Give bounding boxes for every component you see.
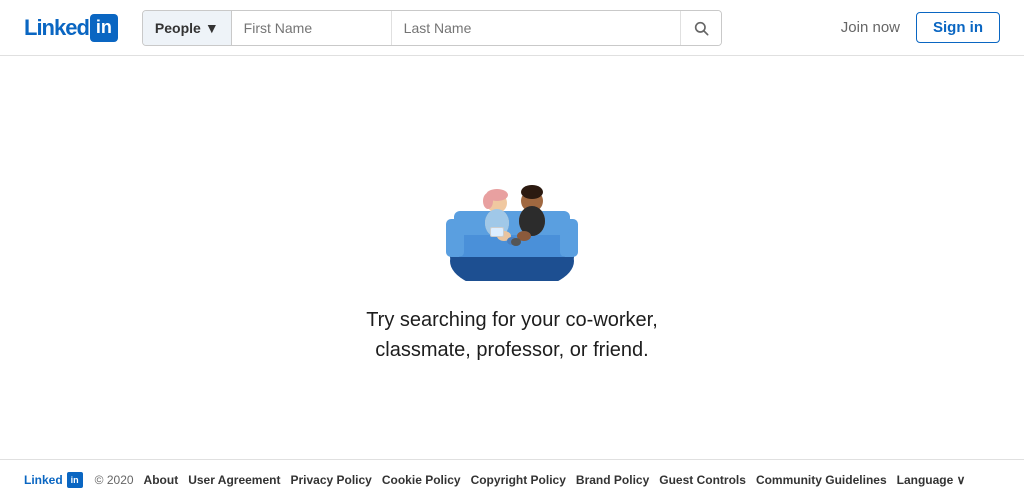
- footer-link-user-agreement[interactable]: User Agreement: [188, 473, 280, 487]
- illustration: [432, 151, 592, 281]
- join-now-button[interactable]: Join now: [841, 19, 900, 36]
- footer-link-language[interactable]: Language ∨: [897, 473, 966, 487]
- search-type-dropdown[interactable]: People ▼: [143, 11, 232, 45]
- footer-logo-text: Linked: [24, 473, 63, 487]
- footer-link-guest-controls[interactable]: Guest Controls: [659, 473, 746, 487]
- search-type-label: People: [155, 20, 201, 36]
- sign-in-button[interactable]: Sign in: [916, 12, 1000, 43]
- first-name-input[interactable]: [232, 11, 392, 45]
- search-icon: [693, 20, 709, 36]
- footer-link-community[interactable]: Community Guidelines: [756, 473, 887, 487]
- prompt-line1: Try searching for your co-worker,: [366, 309, 658, 331]
- search-bar: People ▼: [142, 10, 722, 46]
- footer-link-privacy[interactable]: Privacy Policy: [290, 473, 371, 487]
- logo: Linkedin: [24, 14, 118, 42]
- footer-link-about[interactable]: About: [144, 473, 179, 487]
- header: Linkedin People ▼ Join now Sign in: [0, 0, 1024, 56]
- logo-box: in: [90, 14, 118, 42]
- footer-link-brand[interactable]: Brand Policy: [576, 473, 649, 487]
- main-content: Try searching for your co-worker, classm…: [0, 56, 1024, 459]
- footer-link-copyright[interactable]: Copyright Policy: [471, 473, 566, 487]
- header-right: Join now Sign in: [841, 12, 1000, 43]
- prompt-line2: classmate, professor, or friend.: [375, 339, 648, 361]
- prompt-text: Try searching for your co-worker, classm…: [366, 305, 658, 365]
- logo-text: Linked: [24, 15, 89, 41]
- people-illustration: [432, 151, 592, 281]
- search-button[interactable]: [680, 11, 721, 45]
- last-name-input[interactable]: [392, 11, 680, 45]
- chevron-down-icon: ▼: [205, 20, 219, 36]
- footer-logo: Linked in: [24, 472, 83, 488]
- footer-copyright: © 2020: [95, 473, 134, 487]
- footer-logo-box: in: [67, 472, 83, 488]
- footer: Linked in © 2020 About User Agreement Pri…: [0, 459, 1024, 500]
- footer-link-cookie[interactable]: Cookie Policy: [382, 473, 461, 487]
